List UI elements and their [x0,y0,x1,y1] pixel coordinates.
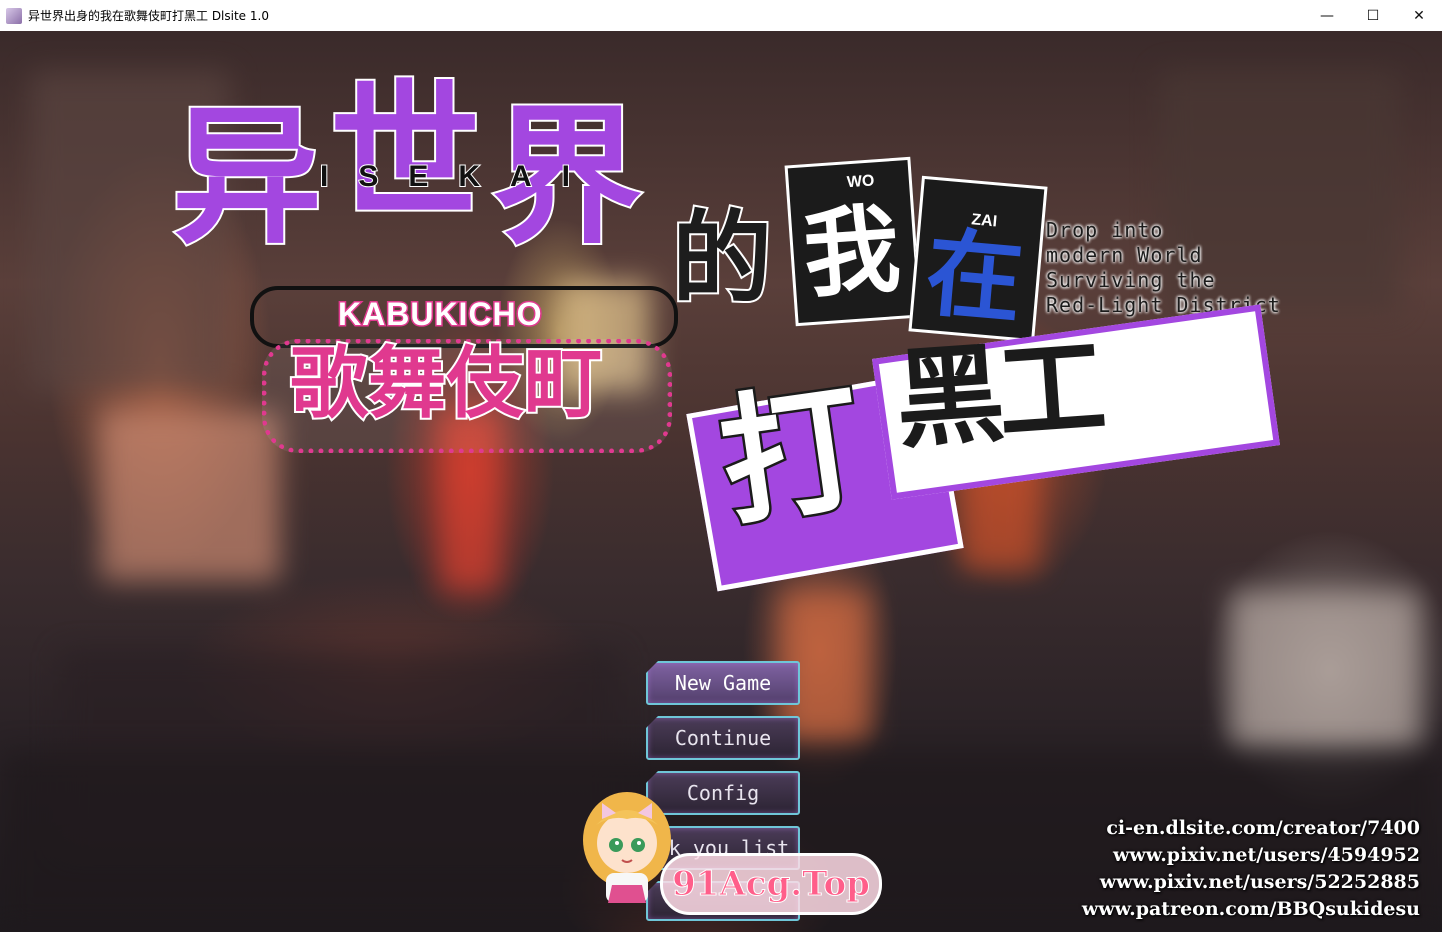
continue-button[interactable]: Continue [646,716,800,760]
logo-isekai-char-2: 世 [328,67,482,241]
logo-isekai-char-1: 异 [170,91,324,265]
game-viewport[interactable]: 异 世 界 ISEKAI KABUKICHO 歌舞伎町 的 WO 我 ZAI 在… [0,31,1442,932]
logo-kabukicho-cn: 歌舞伎町 [288,339,604,429]
logo-isekai-roman: ISEKAI [319,159,601,194]
logo-de-char: 的 [670,200,774,317]
logo-wo-char: 我 [799,192,904,312]
credit-link[interactable]: www.pixiv.net/users/52252885 [1082,869,1420,896]
tagline-line: Surviving the [1046,268,1216,292]
credits-links: ci-en.dlsite.com/creator/7400 www.pixiv.… [1082,815,1420,923]
app-icon [6,8,22,24]
credit-link[interactable]: www.patreon.com/BBQsukidesu [1082,896,1420,923]
credit-link[interactable]: ci-en.dlsite.com/creator/7400 [1082,815,1420,842]
logo-zai-card: ZAI 在 [908,175,1048,343]
window-titlebar[interactable]: 异世界出身的我在歌舞伎町打黑工 Dlsite 1.0 — ☐ ✕ [0,0,1442,32]
minimize-button[interactable]: — [1304,0,1350,31]
site-watermark: 91Acg.Top [660,853,882,915]
new-game-button[interactable]: New Game [646,661,800,705]
window-title: 异世界出身的我在歌舞伎町打黑工 Dlsite 1.0 [28,9,269,23]
logo-wo-roman: WO [846,172,875,192]
logo-heigong: 黑工 [891,325,1105,464]
logo-kabukicho-roman: KABUKICHO [337,295,544,334]
logo-wo-card: WO 我 [784,156,922,327]
logo-zai-char: 在 [921,216,1028,337]
tagline-line: modern World [1046,243,1203,267]
tagline-line: Drop into [1046,218,1164,242]
logo-da-char: 打 [709,364,875,550]
credit-link[interactable]: www.pixiv.net/users/4594952 [1082,842,1420,869]
maximize-button[interactable]: ☐ [1350,0,1396,31]
game-logo: 异 世 界 ISEKAI KABUKICHO 歌舞伎町 的 WO 我 ZAI 在… [0,31,1442,631]
logo-tagline: Drop into modern World Surviving the Red… [1046,218,1281,318]
close-button[interactable]: ✕ [1396,0,1442,31]
